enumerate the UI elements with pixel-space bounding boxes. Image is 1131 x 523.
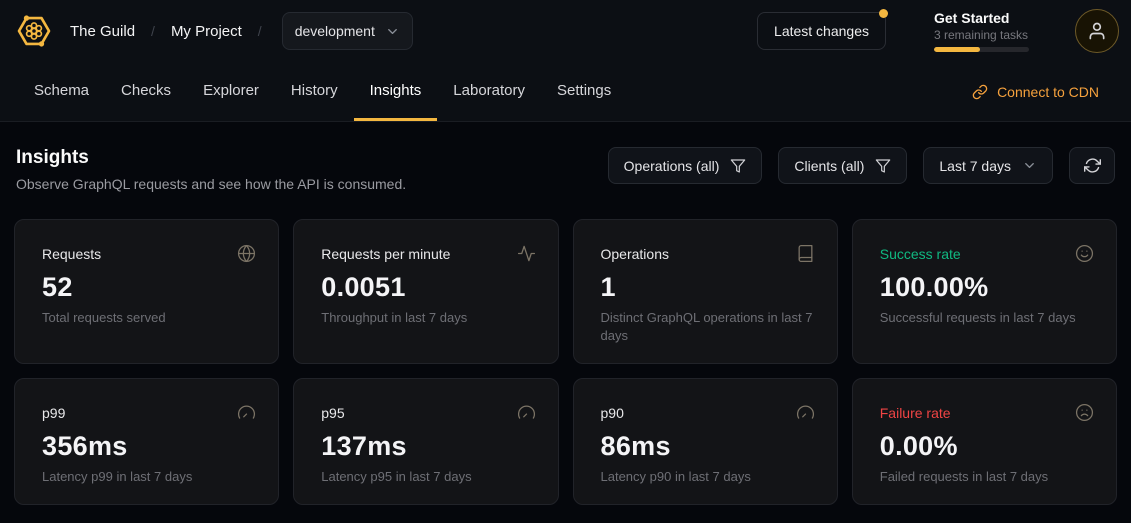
date-range-label: Last 7 days xyxy=(939,158,1011,174)
insights-page: Insights Observe GraphQL requests and se… xyxy=(0,122,1131,505)
tab-settings[interactable]: Settings xyxy=(541,62,627,121)
card-description: Latency p95 in last 7 days xyxy=(321,468,535,486)
p90-latency-card: p90 86ms Latency p90 in last 7 days xyxy=(573,378,838,505)
filters-toolbar: Operations (all) Clients (all) Last 7 da… xyxy=(608,147,1115,184)
refresh-icon xyxy=(1084,157,1101,174)
card-description: Throughput in last 7 days xyxy=(321,309,535,327)
success-rate-card: Success rate 100.00% Successful requests… xyxy=(852,219,1117,364)
breadcrumb-separator: / xyxy=(258,23,262,39)
card-value: 0.00% xyxy=(880,431,1094,462)
card-title: p99 xyxy=(42,403,65,421)
filter-icon xyxy=(730,158,746,174)
card-description: Successful requests in last 7 days xyxy=(880,309,1094,327)
latest-changes-label: Latest changes xyxy=(774,23,869,39)
card-description: Distinct GraphQL operations in last 7 da… xyxy=(601,309,815,344)
get-started-progress-bar xyxy=(934,47,1029,52)
card-title: Operations xyxy=(601,244,669,262)
card-title: Failure rate xyxy=(880,403,951,421)
tab-history[interactable]: History xyxy=(275,62,354,121)
card-title: p95 xyxy=(321,403,344,421)
stats-cards-row-1: Requests 52 Total requests served Reques… xyxy=(0,219,1131,364)
gauge-icon xyxy=(796,403,815,422)
get-started-title: Get Started xyxy=(934,10,1029,26)
tabs-bar: Schema Checks Explorer History Insights … xyxy=(0,62,1131,122)
requests-card: Requests 52 Total requests served xyxy=(14,219,279,364)
card-description: Failed requests in last 7 days xyxy=(880,468,1094,486)
card-value: 1 xyxy=(601,272,815,303)
card-title: p90 xyxy=(601,403,624,421)
clients-filter-label: Clients (all) xyxy=(794,158,864,174)
clients-filter-button[interactable]: Clients (all) xyxy=(778,147,907,184)
breadcrumb-organization[interactable]: The Guild xyxy=(70,23,135,40)
card-title: Requests xyxy=(42,244,101,262)
card-value: 100.00% xyxy=(880,272,1094,303)
connect-to-cdn-link[interactable]: Connect to CDN xyxy=(958,62,1113,121)
operations-filter-label: Operations (all) xyxy=(624,158,720,174)
failure-rate-card: Failure rate 0.00% Failed requests in la… xyxy=(852,378,1117,505)
connect-to-cdn-label: Connect to CDN xyxy=(997,84,1099,100)
p95-latency-card: p95 137ms Latency p95 in last 7 days xyxy=(293,378,558,505)
chevron-down-icon xyxy=(1022,158,1037,173)
filter-icon xyxy=(875,158,891,174)
get-started-progress-fill xyxy=(934,47,980,52)
smile-icon xyxy=(1075,244,1094,263)
tab-schema[interactable]: Schema xyxy=(18,62,105,121)
book-icon xyxy=(796,244,815,263)
tab-laboratory[interactable]: Laboratory xyxy=(437,62,541,121)
gauge-icon xyxy=(237,403,256,422)
top-bar: The Guild / My Project / development Lat… xyxy=(0,0,1131,62)
card-description: Latency p90 in last 7 days xyxy=(601,468,815,486)
page-subtitle: Observe GraphQL requests and see how the… xyxy=(16,176,406,192)
page-title: Insights xyxy=(16,147,406,169)
card-description: Total requests served xyxy=(42,309,256,327)
operations-card: Operations 1 Distinct GraphQL operations… xyxy=(573,219,838,364)
stats-cards-row-2: p99 356ms Latency p99 in last 7 days p95… xyxy=(0,378,1131,505)
user-icon xyxy=(1087,21,1107,41)
operations-filter-button[interactable]: Operations (all) xyxy=(608,147,763,184)
breadcrumb-project[interactable]: My Project xyxy=(171,23,242,40)
requests-per-minute-card: Requests per minute 0.0051 Throughput in… xyxy=(293,219,558,364)
card-value: 137ms xyxy=(321,431,535,462)
card-description: Latency p99 in last 7 days xyxy=(42,468,256,486)
tab-explorer[interactable]: Explorer xyxy=(187,62,275,121)
card-value: 0.0051 xyxy=(321,272,535,303)
activity-icon xyxy=(517,244,536,263)
notification-dot-icon xyxy=(879,9,888,18)
top-bar-left: The Guild / My Project / development xyxy=(14,11,413,51)
link-icon xyxy=(972,84,988,100)
gauge-icon xyxy=(517,403,536,422)
page-head: Insights Observe GraphQL requests and se… xyxy=(0,122,1131,192)
p99-latency-card: p99 356ms Latency p99 in last 7 days xyxy=(14,378,279,505)
hive-logo-icon[interactable] xyxy=(14,11,54,51)
target-selector-value: development xyxy=(295,23,375,39)
card-value: 356ms xyxy=(42,431,256,462)
tab-checks[interactable]: Checks xyxy=(105,62,187,121)
tab-insights[interactable]: Insights xyxy=(354,62,438,121)
top-bar-right: Latest changes Get Started 3 remaining t… xyxy=(757,9,1119,53)
refresh-button[interactable] xyxy=(1069,147,1115,184)
date-range-dropdown[interactable]: Last 7 days xyxy=(923,147,1053,184)
globe-icon xyxy=(237,244,256,263)
breadcrumb-separator: / xyxy=(151,23,155,39)
card-title: Success rate xyxy=(880,244,961,262)
get-started-remaining-tasks: 3 remaining tasks xyxy=(934,28,1029,42)
frown-icon xyxy=(1075,403,1094,422)
breadcrumb: The Guild / My Project / development xyxy=(70,12,413,50)
target-selector-dropdown[interactable]: development xyxy=(282,12,413,50)
page-head-text: Insights Observe GraphQL requests and se… xyxy=(16,147,406,192)
get-started-widget[interactable]: Get Started 3 remaining tasks xyxy=(934,10,1029,52)
card-value: 52 xyxy=(42,272,256,303)
card-value: 86ms xyxy=(601,431,815,462)
latest-changes-button[interactable]: Latest changes xyxy=(757,12,886,50)
chevron-down-icon xyxy=(385,24,400,39)
avatar[interactable] xyxy=(1075,9,1119,53)
card-title: Requests per minute xyxy=(321,244,450,262)
